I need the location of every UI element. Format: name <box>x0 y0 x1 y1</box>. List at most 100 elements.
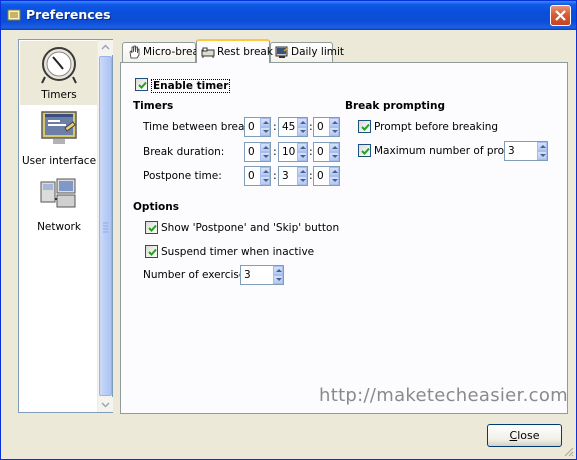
clock-icon <box>41 47 77 84</box>
suspend-inactive-label[interactable]: Suspend timer when inactive <box>161 246 314 258</box>
time-between-seconds-spinner[interactable]: 0 <box>313 117 340 137</box>
sidebar-scrollbar[interactable] <box>97 40 113 412</box>
spin-up-button[interactable] <box>297 118 307 127</box>
close-button[interactable]: Close <box>487 424 562 447</box>
break-duration-minutes-spinner[interactable]: 10 <box>278 142 308 162</box>
spin-down-button[interactable] <box>297 152 307 161</box>
spin-down-button[interactable] <box>260 127 270 136</box>
spin-down-button[interactable] <box>260 152 270 161</box>
chevron-down-icon <box>101 402 110 408</box>
scroll-down-button[interactable] <box>98 397 113 412</box>
enable-timer-label[interactable]: Enable timer <box>151 79 231 93</box>
spinner-value: 45 <box>282 121 296 133</box>
break-prompting-heading: Break prompting <box>345 100 446 112</box>
colon-separator: : <box>273 120 277 133</box>
spinner-value: 0 <box>317 121 324 133</box>
break-duration-hours-spinner[interactable]: 0 <box>244 142 271 162</box>
suspend-inactive-checkbox[interactable] <box>145 245 158 258</box>
close-button-label: lose <box>517 429 540 442</box>
prompt-before-breaking-checkbox[interactable] <box>358 120 371 133</box>
postpone-seconds-spinner[interactable]: 0 <box>313 166 340 186</box>
spin-down-button[interactable] <box>297 176 307 185</box>
max-prompts-spinner[interactable]: 3 <box>504 141 548 161</box>
colon-separator: : <box>273 169 277 182</box>
spin-up-button[interactable] <box>273 266 283 275</box>
postpone-time-label: Postpone time: <box>143 170 222 182</box>
chevron-up-icon <box>101 44 110 50</box>
sidebar-item-timers[interactable]: Timers <box>20 41 98 105</box>
spin-up-button[interactable] <box>329 118 339 127</box>
spin-up-button[interactable] <box>329 167 339 176</box>
tab-daily-limit[interactable]: Daily limit <box>270 42 344 62</box>
spin-down-button[interactable] <box>273 275 283 284</box>
break-duration-seconds-spinner[interactable]: 0 <box>313 142 340 162</box>
postpone-minutes-spinner[interactable]: 3 <box>278 166 308 186</box>
sidebar-item-network[interactable]: Network <box>20 171 98 235</box>
spin-down-button[interactable] <box>329 127 339 136</box>
daily-limit-icon <box>275 46 289 58</box>
close-icon <box>555 10 566 21</box>
spin-up-button[interactable] <box>297 167 307 176</box>
time-between-minutes-spinner[interactable]: 45 <box>278 117 308 137</box>
num-exercises-spinner[interactable]: 3 <box>240 265 284 285</box>
show-postpone-skip-checkbox[interactable] <box>145 221 158 234</box>
checkmark-icon <box>361 123 370 131</box>
tab-rest-break[interactable]: Rest break <box>196 39 273 63</box>
spin-up-button[interactable] <box>297 143 307 152</box>
show-postpone-skip-label[interactable]: Show 'Postpone' and 'Skip' button <box>161 222 339 234</box>
sidebar-item-user-interface[interactable]: User interface <box>20 106 98 170</box>
sidebar-item-label: User interface <box>21 155 97 167</box>
prompt-before-breaking-label[interactable]: Prompt before breaking <box>374 121 498 133</box>
spin-up-button[interactable] <box>260 143 270 152</box>
spinner-value: 0 <box>248 170 255 182</box>
checkmark-icon <box>148 248 157 256</box>
tab-micro-break[interactable]: Micro-break <box>122 42 205 62</box>
spin-up-button[interactable] <box>260 118 270 127</box>
spinner-value: 0 <box>317 170 324 182</box>
max-prompts-checkbox[interactable] <box>358 144 371 157</box>
spinner-value: 0 <box>317 146 324 158</box>
tab-label: Rest break <box>217 46 273 58</box>
preferences-window: Preferences Timers User interface Networ… <box>0 0 577 460</box>
spin-down-button[interactable] <box>260 176 270 185</box>
resize-grip-icon[interactable] <box>562 445 574 457</box>
num-exercises-label: Number of exercises: <box>143 269 255 281</box>
title-bar[interactable]: Preferences <box>1 1 576 30</box>
time-between-label: Time between breaks: <box>143 121 260 133</box>
rest-break-panel: Enable timer Timers Time between breaks:… <box>120 62 568 414</box>
spinner-value: 0 <box>248 121 255 133</box>
window-title: Preferences <box>26 7 111 22</box>
spin-down-button[interactable] <box>329 152 339 161</box>
spin-up-button[interactable] <box>537 142 547 151</box>
spin-up-button[interactable] <box>329 143 339 152</box>
scroll-up-button[interactable] <box>98 40 113 55</box>
grip-icon <box>103 222 108 233</box>
hand-icon <box>129 45 140 59</box>
sidebar-item-label: Network <box>37 221 81 233</box>
spin-up-button[interactable] <box>260 167 270 176</box>
checkmark-icon <box>138 81 147 89</box>
checkmark-icon <box>361 147 370 155</box>
sidebar-item-label: Timers <box>41 89 77 101</box>
category-sidebar: Timers User interface Network <box>18 39 113 413</box>
spinner-value: 3 <box>508 145 515 157</box>
enable-timer-checkbox[interactable] <box>135 78 148 91</box>
spinner-value: 3 <box>282 170 289 182</box>
window-close-button[interactable] <box>550 5 571 26</box>
spin-down-button[interactable] <box>537 151 547 160</box>
timers-heading: Timers <box>133 100 174 112</box>
monitor-ui-icon <box>41 111 77 144</box>
colon-separator: : <box>273 145 277 158</box>
checkmark-icon <box>148 224 157 232</box>
spinner-value: 3 <box>244 269 251 281</box>
app-icon <box>7 9 21 21</box>
break-duration-label: Break duration: <box>143 146 225 158</box>
spinner-value: 10 <box>282 146 296 158</box>
scroll-thumb[interactable] <box>99 56 112 396</box>
spin-down-button[interactable] <box>297 127 307 136</box>
tab-label: Daily limit <box>291 46 345 58</box>
time-between-hours-spinner[interactable]: 0 <box>244 117 271 137</box>
options-heading: Options <box>133 201 179 213</box>
postpone-hours-spinner[interactable]: 0 <box>244 166 271 186</box>
spin-down-button[interactable] <box>329 176 339 185</box>
